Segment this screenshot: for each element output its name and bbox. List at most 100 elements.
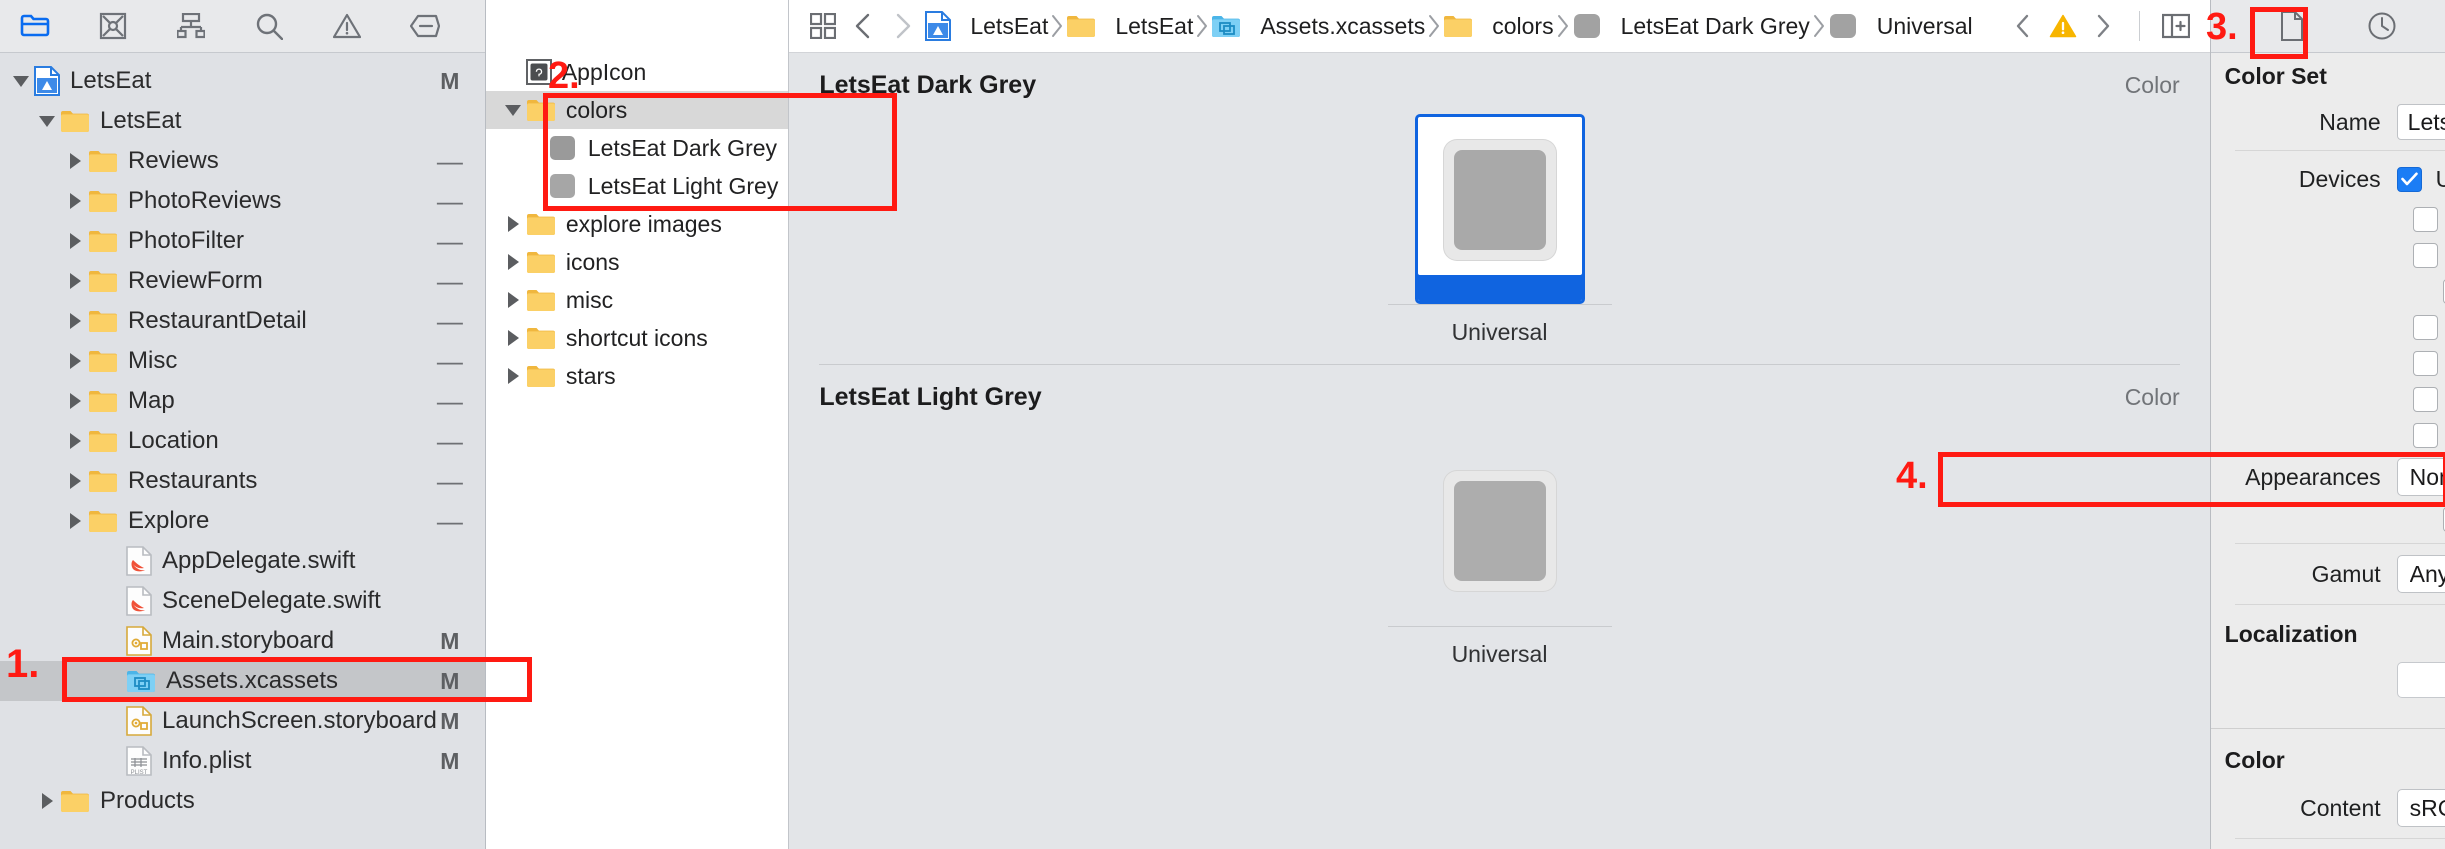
file-tree-row[interactable]: Restaurants —	[0, 461, 485, 501]
chevron-left-icon[interactable]	[843, 6, 883, 46]
breadcrumb-item[interactable]: LetsEat	[923, 11, 1050, 41]
disclosure-triangle-closed-icon[interactable]	[62, 351, 88, 371]
disclosure-triangle-closed-icon[interactable]	[62, 471, 88, 491]
asset-row[interactable]: shortcut icons	[486, 319, 789, 357]
device-checkbox-group[interactable]: Universal	[2396, 166, 2445, 193]
file-tree-row[interactable]: PLIST Info.plist M	[0, 741, 485, 781]
disclosure-triangle-closed-icon[interactable]	[62, 271, 88, 291]
file-tree-row[interactable]: Products	[0, 781, 485, 821]
warning-triangle-icon[interactable]	[330, 9, 364, 43]
disclosure-triangle-closed-icon[interactable]	[62, 191, 88, 211]
file-tree-row[interactable]: Assets.xcassets M	[0, 661, 485, 701]
disclosure-triangle-closed-icon[interactable]	[500, 252, 526, 272]
disclosure-triangle-closed-icon[interactable]	[500, 328, 526, 348]
disclosure-triangle-closed-icon[interactable]	[62, 311, 88, 331]
file-tree-row[interactable]: LaunchScreen.storyboard M	[0, 701, 485, 741]
file-tree-row[interactable]: Main.storyboard M	[0, 621, 485, 661]
issue-next-icon[interactable]	[2083, 6, 2123, 46]
checkbox-icon[interactable]	[2412, 242, 2438, 268]
source-control-icon[interactable]	[96, 9, 130, 43]
checkbox-icon[interactable]	[2412, 314, 2438, 340]
asset-row[interactable]: explore images	[486, 205, 789, 243]
breadcrumb-item[interactable]: Assets.xcassets	[1209, 13, 1427, 40]
related-items-icon[interactable]	[803, 6, 843, 46]
asset-row[interactable]: icons	[486, 243, 789, 281]
device-checkbox-group[interactable]: iPhone	[2412, 206, 2445, 233]
asset-canvas[interactable]: LetsEat Dark Grey Color Universal LetsEat L…	[789, 53, 2209, 849]
device-checkbox-group[interactable]: CarPlay	[2412, 314, 2445, 341]
history-inspector-icon[interactable]	[2365, 9, 2399, 43]
disclosure-triangle-open-icon[interactable]	[500, 102, 526, 118]
file-tree-row[interactable]: LetsEat	[0, 101, 485, 141]
content-select[interactable]: sRGB	[2396, 789, 2445, 827]
folder-icon[interactable]	[18, 9, 52, 43]
device-checkbox-row[interactable]: Mac	[2412, 417, 2445, 453]
checkbox-icon[interactable]	[2412, 350, 2438, 376]
checkbox-icon[interactable]	[2412, 386, 2438, 412]
disclosure-triangle-closed-icon[interactable]	[62, 391, 88, 411]
device-checkbox-row[interactable]: Devices Universal	[2211, 157, 2445, 201]
file-tree-row[interactable]: ReviewForm —	[0, 261, 485, 301]
file-tree-row[interactable]: PhotoFilter —	[0, 221, 485, 261]
disclosure-triangle-closed-icon[interactable]	[500, 290, 526, 310]
breadcrumb-item[interactable]: LetsEat	[1064, 13, 1195, 40]
disclosure-triangle-open-icon[interactable]	[8, 73, 34, 89]
checkbox-icon[interactable]	[2412, 422, 2438, 448]
file-tree-row[interactable]: Reviews —	[0, 141, 485, 181]
breadcrumb-item[interactable]: Universal	[1826, 12, 1975, 40]
asset-row[interactable]: colors	[485, 91, 789, 129]
name-input[interactable]: LetsEat Dark Grey ▶	[2396, 104, 2445, 140]
asset-catalog-navigator[interactable]: AppIcon colors LetsEat Dark Grey LetsEat Li…	[485, 0, 790, 849]
issue-prev-icon[interactable]	[2003, 6, 2043, 46]
color-slot[interactable]	[1414, 114, 1585, 304]
device-checkbox-row[interactable]: Apple TV	[2412, 381, 2445, 417]
device-checkbox-row[interactable]: iPad	[2412, 237, 2445, 273]
breakpoint-icon[interactable]	[408, 9, 442, 43]
asset-row[interactable]: stars	[486, 357, 789, 395]
assistant-editor-icon[interactable]	[2156, 6, 2196, 46]
search-icon[interactable]	[252, 9, 286, 43]
asset-row[interactable]: LetsEat Dark Grey	[486, 129, 789, 167]
device-checkbox-row[interactable]: Apple Watch	[2412, 345, 2445, 381]
device-checkbox-group[interactable]: Apple TV	[2412, 386, 2445, 413]
color-slot[interactable]	[1415, 436, 1585, 626]
warning-triangle-icon[interactable]	[2043, 6, 2083, 46]
inspector-body[interactable]: Color Set Name LetsEat Dark Grey ▶ Devic…	[2210, 53, 2445, 849]
disclosure-triangle-closed-icon[interactable]	[62, 511, 88, 531]
checkbox-icon[interactable]	[2412, 206, 2438, 232]
device-checkbox-group[interactable]: Apple Watch	[2412, 350, 2445, 377]
chevron-right-icon[interactable]	[883, 6, 923, 46]
disclosure-triangle-closed-icon[interactable]	[62, 231, 88, 251]
file-tree-row[interactable]: Location —	[0, 421, 485, 461]
file-tree-row[interactable]: Map —	[0, 381, 485, 421]
file-tree-row[interactable]: RestaurantDetail —	[0, 301, 485, 341]
gamut-select[interactable]: Any	[2396, 555, 2445, 593]
asset-row[interactable]: AppIcon	[486, 53, 789, 91]
checkbox-checked-icon[interactable]	[2396, 166, 2422, 192]
file-tree-row[interactable]: Explore —	[0, 501, 485, 541]
device-checkbox-row[interactable]: CarPlay	[2412, 309, 2445, 345]
disclosure-triangle-closed-icon[interactable]	[62, 151, 88, 171]
breadcrumb-item[interactable]: LetsEat Dark Grey	[1570, 12, 1812, 40]
file-tree-row[interactable]: AppDelegate.swift	[0, 541, 485, 581]
disclosure-triangle-open-icon[interactable]	[34, 113, 60, 129]
file-inspector-icon[interactable]	[2275, 9, 2309, 43]
disclosure-triangle-closed-icon[interactable]	[34, 791, 60, 811]
device-checkbox-row[interactable]: iPhone	[2412, 201, 2445, 237]
breadcrumb-bar[interactable]: LetsEat LetsEat Assets.xcassets colors LetsE…	[789, 0, 2210, 53]
asset-row[interactable]: LetsEat Light Grey	[486, 167, 789, 205]
project-file-tree[interactable]: LetsEat M LetsEat Reviews — PhotoReviews — Phot…	[0, 53, 485, 849]
disclosure-triangle-closed-icon[interactable]	[500, 366, 526, 386]
file-tree-row[interactable]: PhotoReviews —	[0, 181, 485, 221]
file-tree-row[interactable]: Misc —	[0, 341, 485, 381]
disclosure-triangle-closed-icon[interactable]	[500, 214, 526, 234]
device-checkbox-group[interactable]: Mac	[2412, 422, 2445, 449]
asset-row[interactable]: misc	[486, 281, 789, 319]
file-tree-row[interactable]: SceneDelegate.swift	[0, 581, 485, 621]
appearances-select[interactable]: None	[2396, 458, 2445, 496]
symbol-hierarchy-icon[interactable]	[174, 9, 208, 43]
disclosure-triangle-closed-icon[interactable]	[62, 431, 88, 451]
localize-button[interactable]: Localize...	[2396, 662, 2445, 698]
file-tree-row[interactable]: LetsEat M	[0, 61, 485, 101]
breadcrumb-item[interactable]: colors	[1441, 13, 1555, 40]
